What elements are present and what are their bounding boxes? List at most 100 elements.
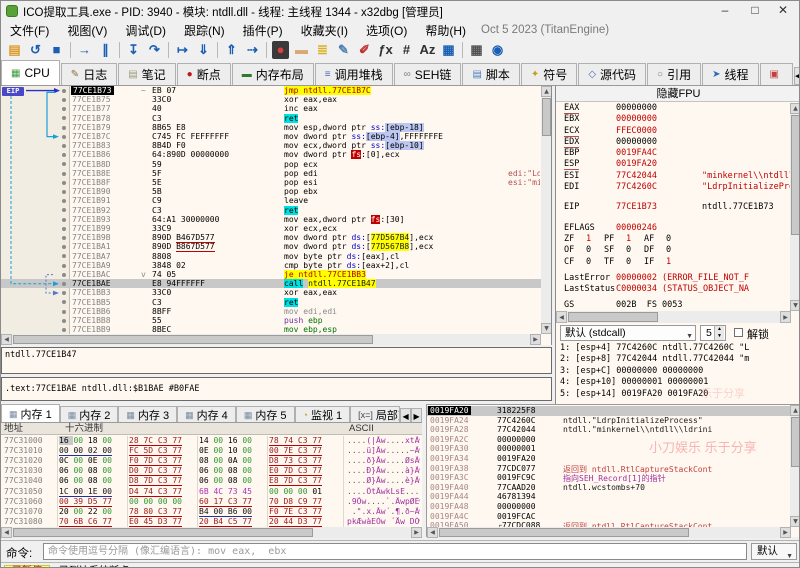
menu-item[interactable]: 跟踪(N) — [175, 22, 234, 39]
step-into-icon[interactable]: ↧ — [123, 41, 144, 59]
label-icon[interactable]: ✐ — [354, 41, 375, 59]
disasm-row[interactable]: 77CE1BB8 55 push ebp — [1, 316, 541, 325]
breakpoint-dot-icon[interactable] — [62, 125, 66, 130]
maximize-button[interactable]: □ — [741, 3, 769, 19]
function-icon[interactable]: ƒx — [375, 41, 396, 59]
disasm-row[interactable]: 77CE1B91 C9 leave — [1, 196, 541, 205]
dump-tab-局部变量[interactable]: [x=]局部变量 — [350, 406, 401, 423]
argument-row[interactable]: 3: [esp+C] 00000000 00000000 — [556, 366, 790, 377]
scroll-down-icon[interactable]: ▼ — [541, 323, 551, 334]
open-file-icon[interactable]: ▤ — [4, 41, 25, 59]
disasm-row[interactable]: 77CE1B90 5B pop ebx — [1, 187, 541, 196]
register-row[interactable]: ESP 0019FA20 — [556, 159, 790, 171]
stack-row[interactable]: 0019FA30 00000001 — [427, 444, 790, 454]
dump-hscrollbar[interactable]: ◀ ▶ — [1, 527, 422, 538]
breakpoint-dot-icon[interactable] — [62, 134, 66, 139]
stack-row[interactable]: 0019FA2C 00000000 — [427, 435, 790, 445]
breakpoint-dot-icon[interactable] — [62, 199, 66, 204]
step-over-icon[interactable]: ↷ — [144, 41, 165, 59]
register-row[interactable]: ESI 77C42044 "minkernel\\ntdll\ — [556, 171, 790, 182]
registers-vscroll-thumb[interactable] — [791, 115, 799, 235]
dump-row[interactable]: 77C31030 06 00 08 00 D0 7D C3 77 06 00 08 0… — [1, 466, 422, 477]
scroll-right-icon[interactable]: ▶ — [411, 527, 422, 538]
disasm-row[interactable]: 77CE1BB9 8BEC mov ebp,esp — [1, 325, 541, 334]
breakpoint-dot-icon[interactable] — [62, 189, 66, 194]
dump-tab-scroll-left[interactable]: ◀ — [400, 408, 412, 423]
register-row[interactable]: LastStatusC0000034 (STATUS_OBJECT_NA — [556, 284, 790, 295]
flags-row[interactable]: CF 0 TF 0 IF 1 — [556, 257, 790, 268]
breakpoint-dot-icon[interactable] — [62, 327, 66, 332]
dump-tab-内存 3[interactable]: ▦ 内存 3 — [118, 406, 178, 423]
scroll-right-icon[interactable]: ▶ — [530, 334, 541, 345]
scroll-up-icon[interactable]: ▲ — [790, 405, 799, 416]
disasm-row[interactable]: 77CE1B8E 5F pop edi edi:"LdrpInitializePr — [1, 169, 541, 178]
breakpoint-dot-icon[interactable] — [62, 254, 66, 259]
register-row[interactable]: EFLAGS 00000246 — [556, 223, 790, 234]
scroll-left-icon[interactable]: ◀ — [556, 311, 567, 323]
minimize-button[interactable]: – — [711, 3, 739, 19]
disasm-row[interactable]: 77CE1B7C C745 FC FEFFFFFF mov dword ptr ss… — [1, 132, 541, 141]
title-bar[interactable]: ICO提取工具.exe - PID: 3940 - 模块: ntdll.dll … — [1, 1, 799, 21]
breakpoint-dot-icon[interactable] — [62, 208, 66, 213]
run-to-user-code-icon[interactable]: ⇑ — [221, 41, 242, 59]
flags-row[interactable]: ZF 1 PF 1 AF 0 — [556, 234, 790, 245]
tab-符号[interactable]: ✦ 符号 — [520, 63, 578, 85]
run-icon[interactable]: → — [74, 41, 95, 59]
disasm-row[interactable]: 77CE1B8D 59 pop ecx — [1, 160, 541, 169]
hide-fpu-button[interactable]: 隐藏FPU — [556, 86, 799, 102]
breakpoint-dot-icon[interactable] — [62, 263, 66, 268]
register-row[interactable]: GS 002B FS 0053 — [556, 300, 790, 311]
stop-icon[interactable]: ■ — [46, 41, 67, 59]
stack-view-icon[interactable]: ≣ — [312, 41, 333, 59]
disasm-row[interactable]: 77CE1BAE E8 94FFFFFF call ntdll.77CE1B47 — [1, 279, 541, 289]
disassembly-panel[interactable]: EIP 77CE1B73 ~ EB 07 jmp ntdll.77CE1B7C 77CE… — [1, 86, 552, 345]
stack-row[interactable]: 0019FA4C 0019FCAC — [427, 512, 790, 522]
disasm-row[interactable]: 77CE1BA1 890D B867D577 mov dword ptr ds:[7… — [1, 242, 541, 253]
disasm-hscroll-thumb[interactable] — [13, 335, 373, 344]
stack-hscrollbar[interactable]: ◀ ▶ — [427, 527, 791, 538]
scroll-left-icon[interactable]: ◀ — [1, 527, 12, 538]
disasm-row[interactable]: 77CE1B79 8B65 E8 mov esp,dword ptr ss:[ebp… — [1, 122, 541, 132]
scroll-left-icon[interactable]: ◀ — [1, 334, 12, 345]
register-row[interactable]: EBX 00000000 — [556, 114, 790, 125]
dump-row[interactable]: 77C31000 16 00 18 00 28 7C C3 77 14 00 16 0… — [1, 436, 422, 446]
dump-row[interactable]: 77C31020 0C 00 0E 00 F0 7D C3 77 08 00 0A 0… — [1, 456, 422, 467]
stack-row[interactable]: 0019FA28 77C42044 ntdll."minkernel\\ntdll\… — [427, 425, 790, 435]
stack-row[interactable]: 0019FA34 0019FA20 — [427, 454, 790, 464]
tab-笔记[interactable]: ▤ 笔记 — [118, 63, 176, 85]
scroll-down-icon[interactable]: ▼ — [790, 300, 799, 311]
disasm-row[interactable]: 77CE1BAC v 74 05 je ntdll.77CE1BB3 — [1, 270, 541, 279]
tab-handles[interactable]: ▣ — [759, 63, 793, 85]
breakpoint-dot-icon[interactable] — [62, 116, 66, 121]
dump-row[interactable]: 77C31060 00 39 D5 77 00 00 00 00 60 17 C3 7… — [1, 497, 422, 507]
disasm-vscroll-thumb[interactable] — [542, 98, 551, 136]
disasm-row[interactable]: 77CE1BA9 3848 02 cmp byte ptr ds:[eax+2],c… — [1, 261, 541, 270]
stack-row[interactable]: 0019FA48 00000000 — [427, 502, 790, 512]
menu-item[interactable]: 收藏夹(I) — [292, 22, 357, 39]
breakpoint-dot-icon[interactable] — [62, 143, 66, 148]
scroll-left-icon[interactable]: ◀ — [427, 527, 438, 538]
step-out-icon[interactable]: ⇓ — [193, 41, 214, 59]
pause-icon[interactable]: ∥ — [95, 41, 116, 59]
disasm-row[interactable]: 77CE1BB6 8BFF mov edi,edi — [1, 307, 541, 316]
command-profile-select[interactable]: 默认 ▼ — [751, 543, 797, 560]
menu-item[interactable]: 视图(V) — [58, 22, 116, 39]
disasm-row[interactable]: 77CE1B86 64:890D 00000000 mov dword ptr fs… — [1, 150, 541, 160]
restart-icon[interactable]: ↺ — [25, 41, 46, 59]
stack-vscroll-thumb[interactable] — [791, 417, 799, 467]
disasm-row[interactable]: 77CE1B9B 890D B467D577 mov dword ptr ds:[7… — [1, 233, 541, 244]
strings-icon[interactable]: Az — [417, 41, 438, 59]
disasm-row[interactable]: 77CE1B93 64:A1 30000000 mov eax,dword ptr … — [1, 214, 541, 224]
dump-tab-内存 4[interactable]: ▦ 内存 4 — [177, 406, 236, 423]
stack-row[interactable]: 0019FA40 77CAAD20 ntdll.wcstombs+70 — [427, 483, 790, 493]
breakpoint-dot-icon[interactable] — [62, 291, 66, 296]
scroll-up-icon[interactable]: ▲ — [790, 103, 799, 114]
register-row[interactable]: EAX 00000000 — [556, 103, 790, 114]
memory-dump-panel[interactable]: 地址 十六进制 ASCII 77C31000 16 00 18 00 28 7C C… — [1, 422, 422, 538]
menu-item[interactable]: 文件(F) — [1, 22, 58, 39]
dump-tab-内存 5[interactable]: ▦ 内存 5 — [235, 406, 295, 423]
breakpoints-icon[interactable]: ● — [272, 41, 289, 59]
execute-till-return-icon[interactable]: ↦ — [172, 41, 193, 59]
dump-row[interactable]: 77C31080 70 6B C6 77 E0 45 D3 77 20 B4 C5 7… — [1, 517, 422, 527]
breakpoint-dot-icon[interactable] — [62, 162, 66, 167]
